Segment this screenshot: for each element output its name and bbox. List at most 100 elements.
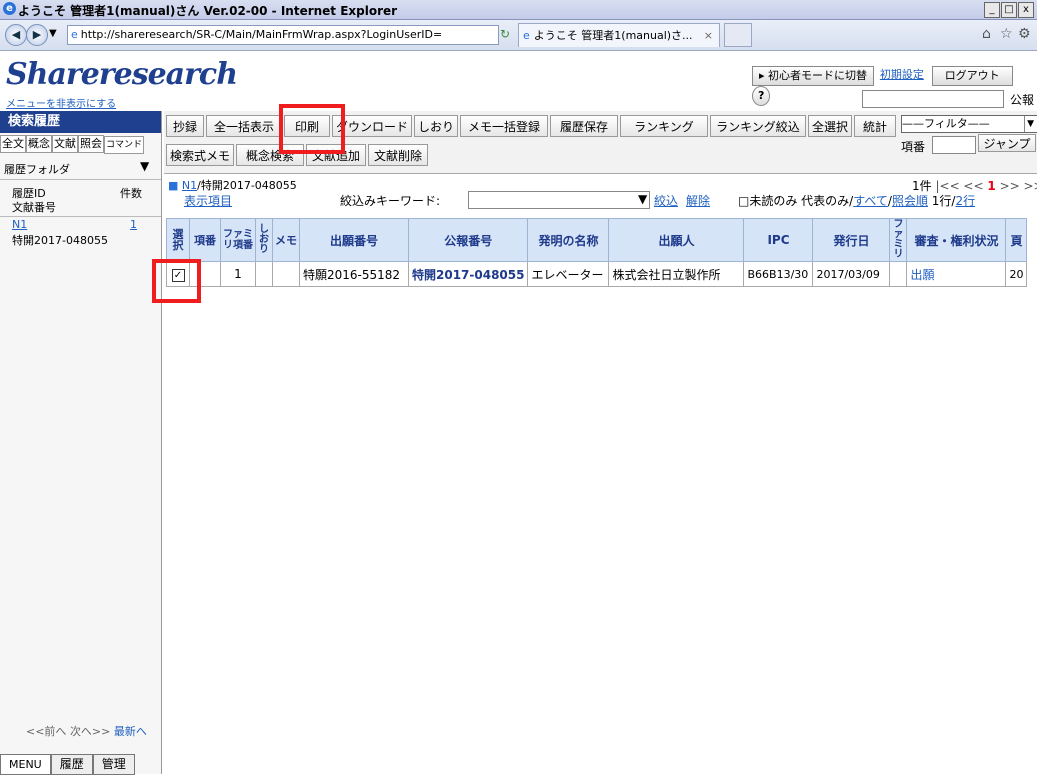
sidebar-tab-concept[interactable]: 概念 (26, 135, 52, 153)
applicant-cell: 株式会社日立製作所 (608, 261, 745, 287)
maximize-button[interactable]: □ (1001, 2, 1017, 18)
back-icon[interactable]: ◀ (5, 24, 27, 46)
release-link[interactable]: 解除 (686, 192, 710, 209)
filter-select[interactable]: ——フィルタ—— ▼ (901, 115, 1037, 133)
bookmark-cell[interactable] (255, 261, 273, 287)
prev-link[interactable]: <<前へ (26, 725, 66, 738)
breadcrumb-id[interactable]: N1 (182, 179, 197, 192)
status-link[interactable]: 出願 (906, 261, 1007, 287)
display-items-link[interactable]: 表示項目 (184, 192, 232, 209)
th-page: 頁 (1005, 218, 1028, 262)
jump-button[interactable]: ジャンプ (978, 134, 1036, 152)
sidebar-tab-command[interactable]: コマンド (104, 136, 145, 154)
address-input[interactable]: e http://shareresearch/SR-C/Main/MainFrmW… (67, 25, 499, 45)
date-cell: 2017/03/09 (812, 261, 891, 287)
page-cell: 20 (1005, 261, 1028, 287)
show-all-button[interactable]: 全一括表示 (206, 115, 282, 137)
sidebar-tab-document[interactable]: 文献 (52, 135, 78, 153)
keyword-dropdown-icon[interactable]: ▼ (638, 192, 647, 206)
result-pane: ■ N1/特開2017-048055 表示項目 絞込みキーワード: ▼ 絞込 解… (164, 174, 1037, 774)
memo-bulk-button[interactable]: メモ一括登録 (460, 115, 548, 137)
th-status: 審査・権利状況 (906, 218, 1007, 262)
family-no-cell: 1 (220, 261, 256, 287)
hide-menu-link[interactable]: メニューを非表示にする (6, 95, 116, 110)
app-logo: Shareresearch (6, 57, 238, 92)
select-all-button[interactable]: 全選択 (808, 115, 852, 137)
tab-menu[interactable]: MENU (0, 754, 51, 775)
tab-history[interactable]: 履歴 (50, 754, 93, 775)
logout-button[interactable]: ログアウト (931, 66, 1013, 86)
chevron-down-icon: ▼ (1024, 116, 1036, 132)
ranking-filter-button[interactable]: ランキング絞込 (710, 115, 806, 137)
rows-per-label[interactable]: 1行/ (932, 194, 956, 208)
history-dropdown-icon[interactable]: ▼ (49, 28, 57, 39)
koho-search-input[interactable] (862, 90, 1004, 108)
forward-icon[interactable]: ▶ (26, 24, 48, 46)
bookmark-button[interactable]: しおり (414, 115, 458, 137)
window-title: ようこそ 管理者1(manual)さん Ver.02-00 - Internet… (18, 4, 398, 18)
jump-input[interactable] (932, 136, 976, 154)
koho-button[interactable]: 公報 (1010, 91, 1034, 108)
refresh-icon[interactable]: ↻ (500, 27, 510, 41)
history-entry-id[interactable]: N1 (12, 218, 27, 231)
sidebar-columns: 履歴ID 文献番号 件数 (0, 179, 161, 217)
minimize-button[interactable]: _ (984, 2, 1000, 18)
sidebar-title: 検索履歴 (0, 111, 161, 133)
table-row[interactable]: ✓ 1 特願2016-55182 特開2017-048055 エレベーター 株式… (166, 261, 1028, 287)
table-header-row: 選択 項番 ファミリ項番 しおり メモ 出願番号 公報番号 発明の名称 出願人 … (166, 218, 1028, 262)
ie-logo-icon: e (3, 2, 16, 15)
breadcrumb-doc: /特開2017-048055 (197, 179, 297, 192)
two-rows-link[interactable]: 2行 (955, 194, 975, 208)
home-icon[interactable]: ⌂ (982, 26, 991, 42)
sidebar-tab-fulltext[interactable]: 全文 (0, 135, 26, 153)
book-icon: ■ (168, 179, 179, 192)
beginner-mode-button[interactable]: ▸ 初心者モードに切替 (752, 66, 875, 86)
th-title: 発明の名称 (527, 218, 610, 262)
tab-admin[interactable]: 管理 (92, 754, 135, 775)
first-prev-links[interactable]: |<< << (935, 179, 983, 193)
ipc-cell: B66B13/30 (743, 261, 814, 287)
print-highlight-box (279, 104, 345, 154)
address-bar-row: ◀ ▶ ▼ e http://shareresearch/SR-C/Main/Ma… (0, 20, 1037, 51)
memo-cell[interactable] (272, 261, 300, 287)
th-app-no: 出願番号 (299, 218, 409, 262)
settings-gear-icon[interactable]: ⚙ (1018, 26, 1031, 42)
ranking-button[interactable]: ランキング (620, 115, 708, 137)
statistics-button[interactable]: 統計 (854, 115, 896, 137)
narrow-link[interactable]: 絞込 (654, 192, 678, 209)
pub-no-link[interactable]: 特開2017-048055 (407, 261, 529, 287)
tab-page-icon: e (523, 29, 530, 42)
col-document-no: 文献番号 (12, 201, 56, 214)
th-family: ファミリ (889, 218, 908, 262)
keyword-input[interactable] (468, 191, 650, 209)
delete-document-button[interactable]: 文献削除 (368, 144, 428, 166)
results-table: 選択 項番 ファミリ項番 しおり メモ 出願番号 公報番号 発明の名称 出願人 … (166, 218, 1028, 287)
title-bar: e ようこそ 管理者1(manual)さん Ver.02-00 - Intern… (0, 0, 1037, 20)
ref-order-link[interactable]: 照会順 (892, 194, 928, 208)
chevron-down-icon[interactable]: ▼ (140, 159, 149, 173)
browser-tab[interactable]: e ようこそ 管理者1(manual)さ... × (518, 23, 720, 47)
save-history-button[interactable]: 履歴保存 (550, 115, 618, 137)
all-link[interactable]: すべて (853, 194, 888, 208)
favorites-star-icon[interactable]: ☆ (1000, 26, 1013, 42)
unread-only-checkbox[interactable]: □未読のみ (738, 194, 797, 208)
page-icon: e (71, 28, 78, 41)
help-icon[interactable]: ? (752, 86, 771, 106)
next-last-links[interactable]: >> >>| (1000, 179, 1037, 193)
th-applicant: 出願人 (608, 218, 745, 262)
sidebar-tab-inquiry[interactable]: 照会 (78, 135, 104, 153)
tab-close-icon[interactable]: × (704, 24, 713, 47)
initial-settings-link[interactable]: 初期設定 (880, 66, 924, 84)
latest-link[interactable]: 最新へ (114, 725, 147, 738)
family-cell (889, 261, 908, 287)
next-link[interactable]: 次へ>> (70, 725, 110, 738)
app-no-cell: 特願2016-55182 (299, 261, 409, 287)
search-memo-button[interactable]: 検索式メモ (166, 144, 234, 166)
abstract-button[interactable]: 抄録 (166, 115, 204, 137)
url-text: http://shareresearch/SR-C/Main/MainFrmWr… (80, 28, 443, 41)
close-button[interactable]: x (1018, 2, 1034, 18)
rep-only-label[interactable]: 代表のみ/ (801, 194, 853, 208)
history-folder-select[interactable]: 履歴フォルダ (4, 161, 70, 177)
history-entry-count[interactable]: 1 (130, 218, 137, 231)
new-tab-button[interactable] (724, 23, 752, 47)
